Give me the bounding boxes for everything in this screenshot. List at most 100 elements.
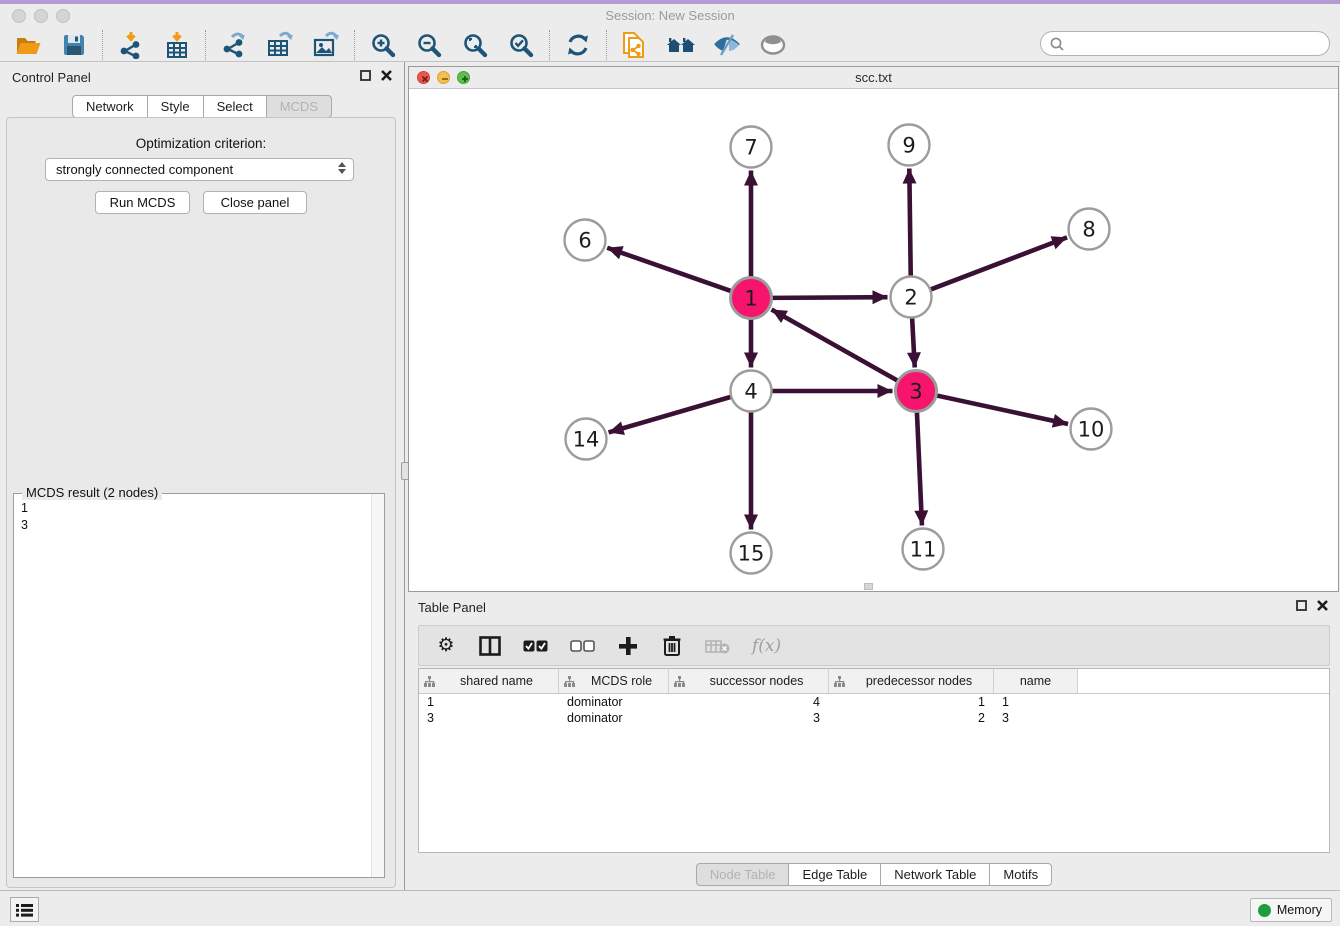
- table-row[interactable]: 1dominator411: [419, 694, 1329, 710]
- cell-mcds-role: dominator: [559, 695, 669, 709]
- graph-node-4[interactable]: 4: [731, 371, 772, 412]
- table-panel-tabs: Node TableEdge TableNetwork TableMotifs: [408, 863, 1340, 886]
- deselect-all-checkboxes-icon[interactable]: [570, 633, 595, 659]
- tab-network[interactable]: Network: [72, 95, 148, 118]
- tab-select[interactable]: Select: [203, 95, 267, 118]
- table-options-gear-icon[interactable]: ⚙: [435, 633, 457, 659]
- graph-node-8[interactable]: 8: [1069, 209, 1110, 250]
- node-label: 14: [573, 428, 600, 452]
- cell-predecessor-nodes: 2: [829, 711, 994, 725]
- column-header-mcds-role[interactable]: MCDS role: [559, 669, 669, 693]
- run-mcds-button[interactable]: Run MCDS: [95, 191, 190, 214]
- column-header-name[interactable]: name: [994, 669, 1078, 693]
- table-tab-node-table[interactable]: Node Table: [696, 863, 790, 886]
- split-panel-icon[interactable]: [479, 633, 501, 659]
- refresh-icon[interactable]: [563, 31, 593, 59]
- control-panel-tabs: NetworkStyleSelectMCDS: [0, 95, 404, 118]
- import-network-icon[interactable]: [116, 31, 146, 59]
- graph-node-11[interactable]: 11: [903, 529, 944, 570]
- table-row[interactable]: 3dominator323: [419, 710, 1329, 726]
- graph-node-3[interactable]: 3: [896, 371, 937, 412]
- zoom-selected-icon[interactable]: [506, 31, 536, 59]
- column-header-successor-nodes[interactable]: successor nodes: [669, 669, 829, 693]
- birdseye-view-icon[interactable]: [758, 31, 788, 59]
- zoom-out-icon[interactable]: [414, 31, 444, 59]
- criterion-select[interactable]: strongly connected component: [45, 158, 354, 181]
- function-builder-icon[interactable]: f(x): [752, 633, 781, 659]
- result-scrollbar[interactable]: [371, 494, 384, 877]
- graph-edge-2-9[interactable]: [909, 168, 910, 275]
- network-canvas[interactable]: 7 9 6 8 1 2 4 3 14 10 15 11: [409, 89, 1338, 591]
- table-tab-motifs[interactable]: Motifs: [989, 863, 1052, 886]
- delete-columns-icon[interactable]: [661, 633, 683, 659]
- node-label: 11: [910, 538, 937, 562]
- table-panel-title: Table Panel: [418, 600, 486, 615]
- duplicate-network-icon[interactable]: [620, 31, 650, 59]
- status-bar: Memory: [0, 890, 1340, 926]
- macos-titlebar: Session: New Session: [0, 4, 1340, 28]
- close-panel-icon[interactable]: [381, 70, 392, 81]
- open-folder-icon[interactable]: [13, 31, 43, 59]
- float-table-panel-icon[interactable]: [1296, 600, 1307, 611]
- graph-edge-3-1[interactable]: [771, 310, 897, 381]
- search-icon: [1049, 36, 1065, 52]
- tab-style[interactable]: Style: [147, 95, 204, 118]
- graph-edge-2-8[interactable]: [931, 237, 1067, 289]
- graph-edge-1-2[interactable]: [772, 297, 887, 298]
- graph-node-6[interactable]: 6: [565, 220, 606, 261]
- node-label: 1: [744, 287, 757, 311]
- task-history-button[interactable]: [10, 897, 39, 922]
- table-tab-edge-table[interactable]: Edge Table: [788, 863, 881, 886]
- float-panel-icon[interactable]: [360, 70, 371, 81]
- export-network-icon[interactable]: [219, 31, 249, 59]
- memory-button[interactable]: Memory: [1250, 898, 1332, 922]
- graph-node-7[interactable]: 7: [731, 127, 772, 168]
- export-table-icon[interactable]: [265, 31, 295, 59]
- toggle-graphics-details-icon[interactable]: [712, 31, 742, 59]
- zoom-fit-icon[interactable]: [460, 31, 490, 59]
- graph-node-1[interactable]: 1: [731, 278, 772, 319]
- main-toolbar: [0, 28, 1340, 62]
- column-header-predecessor-nodes[interactable]: predecessor nodes: [829, 669, 994, 693]
- import-table-icon[interactable]: [162, 31, 192, 59]
- close-table-panel-icon[interactable]: [1317, 600, 1328, 611]
- network-view-window: scc.txt 7 9 6 8 1 2 4 3 14 10 15 11: [408, 66, 1339, 592]
- tab-mcds[interactable]: MCDS: [266, 95, 332, 118]
- node-label: 7: [744, 136, 757, 160]
- optimization-criterion-label: Optimization criterion:: [7, 136, 395, 151]
- graph-node-10[interactable]: 10: [1071, 409, 1112, 450]
- graph-node-2[interactable]: 2: [891, 277, 932, 318]
- graph-edge-2-3[interactable]: [912, 318, 915, 367]
- graph-node-15[interactable]: 15: [731, 533, 772, 574]
- window-title: Session: New Session: [0, 8, 1340, 23]
- node-table[interactable]: shared name MCDS rolesuccessor nodesprede…: [418, 668, 1330, 853]
- graph-edge-4-14[interactable]: [609, 397, 731, 432]
- canvas-resize-grip[interactable]: [864, 583, 873, 590]
- graph-node-9[interactable]: 9: [889, 125, 930, 166]
- cell-predecessor-nodes: 1: [829, 695, 994, 709]
- node-label: 2: [904, 286, 917, 310]
- column-header-label: MCDS role: [575, 674, 668, 688]
- close-panel-button[interactable]: Close panel: [203, 191, 307, 214]
- criterion-selected-value: strongly connected component: [56, 162, 233, 177]
- graph-edge-3-11[interactable]: [917, 412, 922, 525]
- node-label: 4: [744, 380, 757, 404]
- select-all-checkboxes-icon[interactable]: [523, 633, 548, 659]
- graph-edge-1-6[interactable]: [607, 248, 731, 291]
- search-input[interactable]: [1040, 31, 1330, 56]
- node-label: 3: [909, 380, 922, 404]
- column-header-shared-name[interactable]: shared name: [419, 669, 559, 693]
- graph-edge-3-10[interactable]: [937, 396, 1068, 424]
- cell-shared-name: 1: [419, 695, 559, 709]
- export-image-icon[interactable]: [311, 31, 341, 59]
- save-icon[interactable]: [59, 31, 89, 59]
- zoom-in-icon[interactable]: [368, 31, 398, 59]
- node-label: 9: [902, 134, 915, 158]
- graph-node-14[interactable]: 14: [566, 419, 607, 460]
- add-column-icon[interactable]: [617, 633, 639, 659]
- network-window-titlebar[interactable]: scc.txt: [409, 67, 1338, 89]
- home-icon[interactable]: [666, 31, 696, 59]
- delete-table-icon[interactable]: [705, 633, 730, 659]
- table-tab-network-table[interactable]: Network Table: [880, 863, 990, 886]
- table-header-row: shared name MCDS rolesuccessor nodesprede…: [419, 669, 1329, 694]
